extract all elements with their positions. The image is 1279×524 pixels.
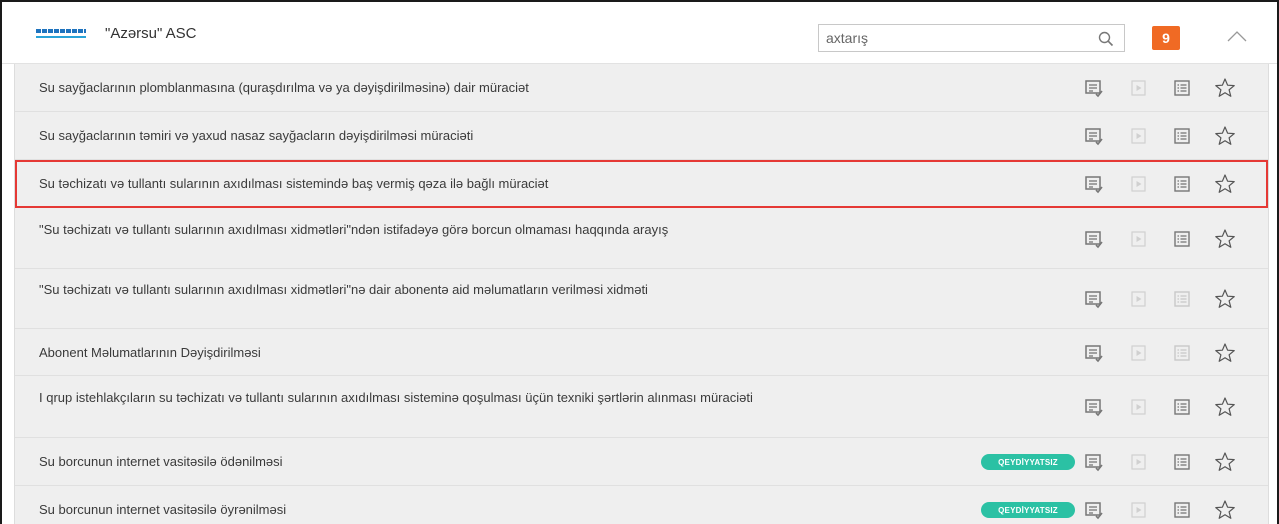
azersu-logo [36,29,86,38]
apply-icon[interactable] [1083,396,1105,418]
apply-icon[interactable] [1083,125,1105,147]
service-row[interactable]: "Su təchizatı və tullantı sularının axıd… [15,269,1268,329]
star-icon[interactable] [1214,228,1236,250]
service-row[interactable]: Su sayğaclarının plomblanmasına (quraşdı… [15,64,1268,112]
service-row[interactable]: Su borcunun internet vasitəsilə ödənilmə… [15,438,1268,486]
service-title[interactable]: Abonent Məlumatlarının Dəyişdirilməsi [39,344,819,362]
play-icon[interactable] [1128,396,1150,418]
play-icon[interactable] [1128,228,1150,250]
service-list: Su sayğaclarının plomblanmasına (quraşdı… [14,64,1269,524]
list-icon[interactable] [1171,499,1193,521]
service-row[interactable]: Su sayğaclarının təmiri və yaxud nasaz s… [15,112,1268,160]
service-title[interactable]: Su borcunun internet vasitəsilə ödənilmə… [39,453,819,471]
list-icon[interactable] [1171,288,1193,310]
unregistered-tag: QEYDİYYATSIZ [981,502,1075,518]
service-row[interactable]: Su təchizatı və tullantı sularının axıdı… [15,160,1268,208]
service-title[interactable]: I qrup istehlakçıların su təchizatı və t… [39,389,819,407]
star-icon[interactable] [1214,396,1236,418]
apply-icon[interactable] [1083,173,1105,195]
star-icon[interactable] [1214,342,1236,364]
list-icon[interactable] [1171,228,1193,250]
service-row[interactable]: "Su təchizatı və tullantı sularının axıd… [15,208,1268,269]
play-icon[interactable] [1128,288,1150,310]
service-row[interactable]: Abonent Məlumatlarının Dəyişdirilməsi [15,329,1268,376]
service-title[interactable]: Su təchizatı və tullantı sularının axıdı… [39,175,819,193]
star-icon[interactable] [1214,499,1236,521]
chevron-up-icon[interactable] [1227,30,1247,42]
play-icon[interactable] [1128,342,1150,364]
star-icon[interactable] [1214,77,1236,99]
star-icon[interactable] [1214,125,1236,147]
service-title[interactable]: "Su təchizatı və tullantı sularının axıd… [39,281,819,299]
service-title[interactable]: "Su təchizatı və tullantı sularının axıd… [39,221,819,239]
service-title[interactable]: Su borcunun internet vasitəsilə öyrənilm… [39,501,819,519]
unregistered-tag: QEYDİYYATSIZ [981,454,1075,470]
play-icon[interactable] [1128,125,1150,147]
service-row[interactable]: Su borcunun internet vasitəsilə öyrənilm… [15,486,1268,524]
star-icon[interactable] [1214,173,1236,195]
star-icon[interactable] [1214,288,1236,310]
search-box [818,24,1125,52]
organization-name: "Azərsu" ASC [105,25,197,42]
service-row[interactable]: I qrup istehlakçıların su təchizatı və t… [15,376,1268,438]
list-icon[interactable] [1171,451,1193,473]
apply-icon[interactable] [1083,499,1105,521]
star-icon[interactable] [1214,451,1236,473]
list-icon[interactable] [1171,125,1193,147]
list-icon[interactable] [1171,342,1193,364]
play-icon[interactable] [1128,173,1150,195]
list-icon[interactable] [1171,396,1193,418]
play-icon[interactable] [1128,451,1150,473]
service-title[interactable]: Su sayğaclarının təmiri və yaxud nasaz s… [39,127,819,145]
service-panel: "Azərsu" ASC 9 Su sayğaclarının plomblan… [0,0,1279,524]
play-icon[interactable] [1128,499,1150,521]
list-icon[interactable] [1171,173,1193,195]
service-count-badge: 9 [1152,26,1180,50]
search-input[interactable] [819,25,1089,51]
panel-header: "Azərsu" ASC 9 [2,2,1277,64]
apply-icon[interactable] [1083,228,1105,250]
apply-icon[interactable] [1083,77,1105,99]
list-icon[interactable] [1171,77,1193,99]
apply-icon[interactable] [1083,342,1105,364]
service-title[interactable]: Su sayğaclarının plomblanmasına (quraşdı… [39,79,819,97]
apply-icon[interactable] [1083,288,1105,310]
search-icon[interactable] [1098,31,1114,47]
play-icon[interactable] [1128,77,1150,99]
apply-icon[interactable] [1083,451,1105,473]
